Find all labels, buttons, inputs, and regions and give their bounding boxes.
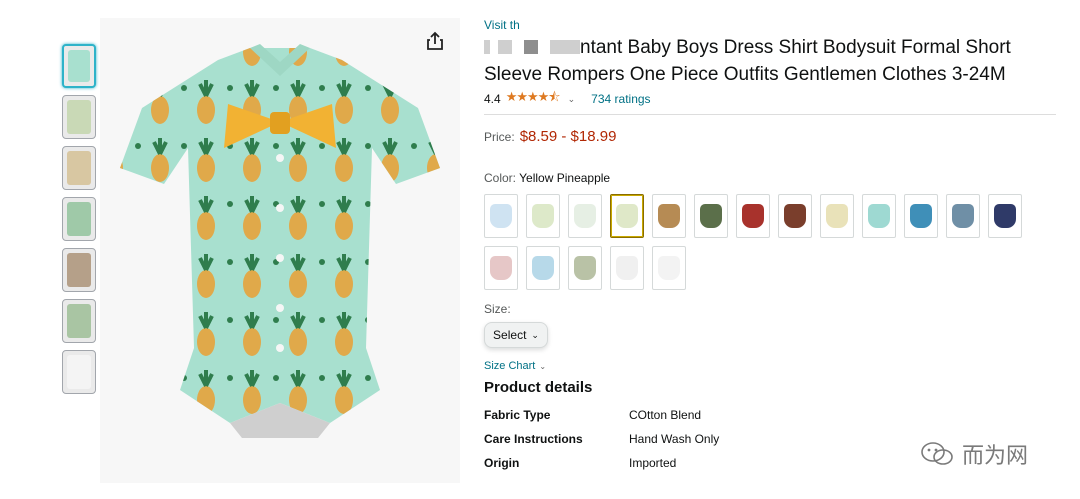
- romper-illustration: [120, 44, 440, 438]
- price-value: $8.59 - $18.99: [519, 128, 617, 145]
- size-chart-label: Size Chart: [484, 360, 536, 372]
- color-swatch[interactable]: [610, 246, 644, 290]
- color-swatch[interactable]: [736, 194, 770, 238]
- color-swatch[interactable]: [484, 246, 518, 290]
- details-key: Fabric Type: [484, 408, 551, 422]
- price-row: Price: $8.59 - $18.99: [484, 128, 1056, 145]
- thumbnail-5[interactable]: [62, 248, 96, 292]
- ratings-count-link[interactable]: 734 ratings: [591, 92, 650, 106]
- details-row: Fabric Type COtton Blend: [484, 408, 1056, 432]
- details-key: Care Instructions: [484, 432, 583, 446]
- romper-thumbnail-icon: [910, 204, 932, 228]
- divider: [484, 114, 1056, 115]
- watermark: 而为网: [920, 438, 1028, 470]
- romper-thumbnail-icon: [532, 256, 554, 280]
- romper-thumbnail-icon: [952, 204, 974, 228]
- color-swatch[interactable]: [568, 246, 602, 290]
- share-icon[interactable]: [424, 31, 446, 51]
- color-swatch[interactable]: [484, 194, 518, 238]
- romper-thumbnail-icon: [784, 204, 806, 228]
- redacted-block: [550, 40, 580, 54]
- size-select-value: Select: [493, 328, 527, 342]
- size-select[interactable]: Select ⌄: [484, 322, 548, 348]
- visit-store-link[interactable]: Visit th: [484, 18, 1056, 34]
- thumbnail-1[interactable]: [62, 44, 96, 88]
- color-swatch[interactable]: [694, 194, 728, 238]
- color-swatch[interactable]: [526, 246, 560, 290]
- wechat-icon: [921, 442, 953, 465]
- romper-thumbnail-icon: [574, 256, 596, 280]
- color-swatch[interactable]: [862, 194, 896, 238]
- color-swatch[interactable]: [946, 194, 980, 238]
- romper-thumbnail-icon: [490, 204, 512, 228]
- color-swatch[interactable]: [778, 194, 812, 238]
- romper-thumbnail-icon: [700, 204, 722, 228]
- star-rating-icon[interactable]: ★★★★⯪: [506, 88, 561, 110]
- product-title: ntant Baby Boys Dress Shirt Bodysuit For…: [484, 34, 1056, 88]
- thumbnail-4[interactable]: [62, 197, 96, 241]
- chevron-down-icon: ⌄: [531, 329, 539, 340]
- details-value: Hand Wash Only: [629, 432, 720, 446]
- size-chart-link[interactable]: Size Chart ⌄: [484, 360, 1056, 372]
- color-swatch[interactable]: [820, 194, 854, 238]
- chevron-down-icon[interactable]: ⌄: [568, 94, 576, 105]
- thumbnail-7[interactable]: [62, 350, 96, 394]
- romper-thumbnail-icon: [826, 204, 848, 228]
- chevron-down-icon: ⌄: [539, 362, 547, 371]
- thumbnail-2[interactable]: [62, 95, 96, 139]
- product-details-heading: Product details: [484, 379, 593, 396]
- color-selected-value: Yellow Pineapple: [519, 171, 611, 185]
- watermark-text: 而为网: [962, 443, 1029, 468]
- romper-thumbnail-icon: [658, 256, 680, 280]
- product-info: Visit th ntant Baby Boys Dress Shirt Bod…: [484, 18, 1056, 480]
- redacted-block: [524, 40, 538, 54]
- romper-thumbnail-icon: [532, 204, 554, 228]
- thumbnail-3[interactable]: [62, 146, 96, 190]
- main-product-image[interactable]: [100, 18, 460, 483]
- romper-thumbnail-icon: [658, 204, 680, 228]
- color-label: Color:: [484, 171, 520, 185]
- color-row: Color: Yellow Pineapple: [484, 171, 1056, 185]
- details-value: Imported: [629, 456, 677, 470]
- color-swatch[interactable]: [526, 194, 560, 238]
- rating-value: 4.4: [484, 92, 501, 106]
- color-swatch[interactable]: [988, 194, 1022, 238]
- color-swatch[interactable]: [652, 246, 686, 290]
- romper-thumbnail-icon: [742, 204, 764, 228]
- romper-thumbnail-icon: [994, 204, 1016, 228]
- redacted-block: [484, 40, 490, 54]
- color-swatch[interactable]: [652, 194, 686, 238]
- romper-thumbnail-icon: [868, 204, 890, 228]
- size-label: Size:: [484, 302, 511, 316]
- romper-thumbnail-icon: [490, 256, 512, 280]
- color-swatch-list: [484, 194, 1044, 290]
- romper-thumbnail-icon: [616, 256, 638, 280]
- details-key: Origin: [484, 456, 520, 470]
- redacted-block: [498, 40, 512, 54]
- color-swatch[interactable]: [568, 194, 602, 238]
- details-value: COtton Blend: [629, 408, 702, 422]
- rating-row: 4.4 ★★★★⯪ ⌄ 734 ratings: [484, 88, 1056, 110]
- thumbnail-6[interactable]: [62, 299, 96, 343]
- romper-thumbnail-icon: [616, 204, 638, 228]
- color-swatch[interactable]: [610, 194, 644, 238]
- price-label: Price:: [484, 130, 515, 144]
- thumbnail-list: [62, 44, 98, 401]
- romper-thumbnail-icon: [574, 204, 596, 228]
- color-swatch[interactable]: [904, 194, 938, 238]
